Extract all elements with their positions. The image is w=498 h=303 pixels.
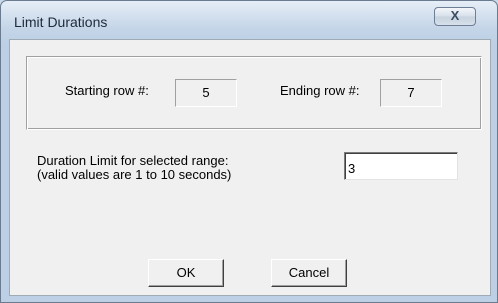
close-button[interactable]: X	[434, 7, 476, 26]
cancel-button[interactable]: Cancel	[271, 259, 347, 287]
ok-button[interactable]: OK	[148, 259, 224, 287]
duration-limit-hint: (valid values are 1 to 10 seconds)	[37, 167, 232, 182]
limit-durations-dialog: Limit Durations X Starting row #: 5 Endi…	[0, 0, 498, 303]
ending-row-value: 7	[380, 79, 442, 107]
starting-row-label: Starting row #:	[65, 83, 149, 98]
close-icon: X	[450, 8, 460, 23]
duration-limit-input[interactable]	[344, 152, 458, 180]
duration-limit-label: Duration Limit for selected range:	[37, 153, 229, 168]
row-range-group: Starting row #: 5 Ending row #: 7	[26, 56, 482, 130]
dialog-title: Limit Durations	[14, 14, 108, 30]
dialog-body: Starting row #: 5 Ending row #: 7 Durati…	[9, 39, 491, 296]
ending-row-label: Ending row #:	[280, 83, 360, 98]
starting-row-value: 5	[175, 79, 237, 107]
